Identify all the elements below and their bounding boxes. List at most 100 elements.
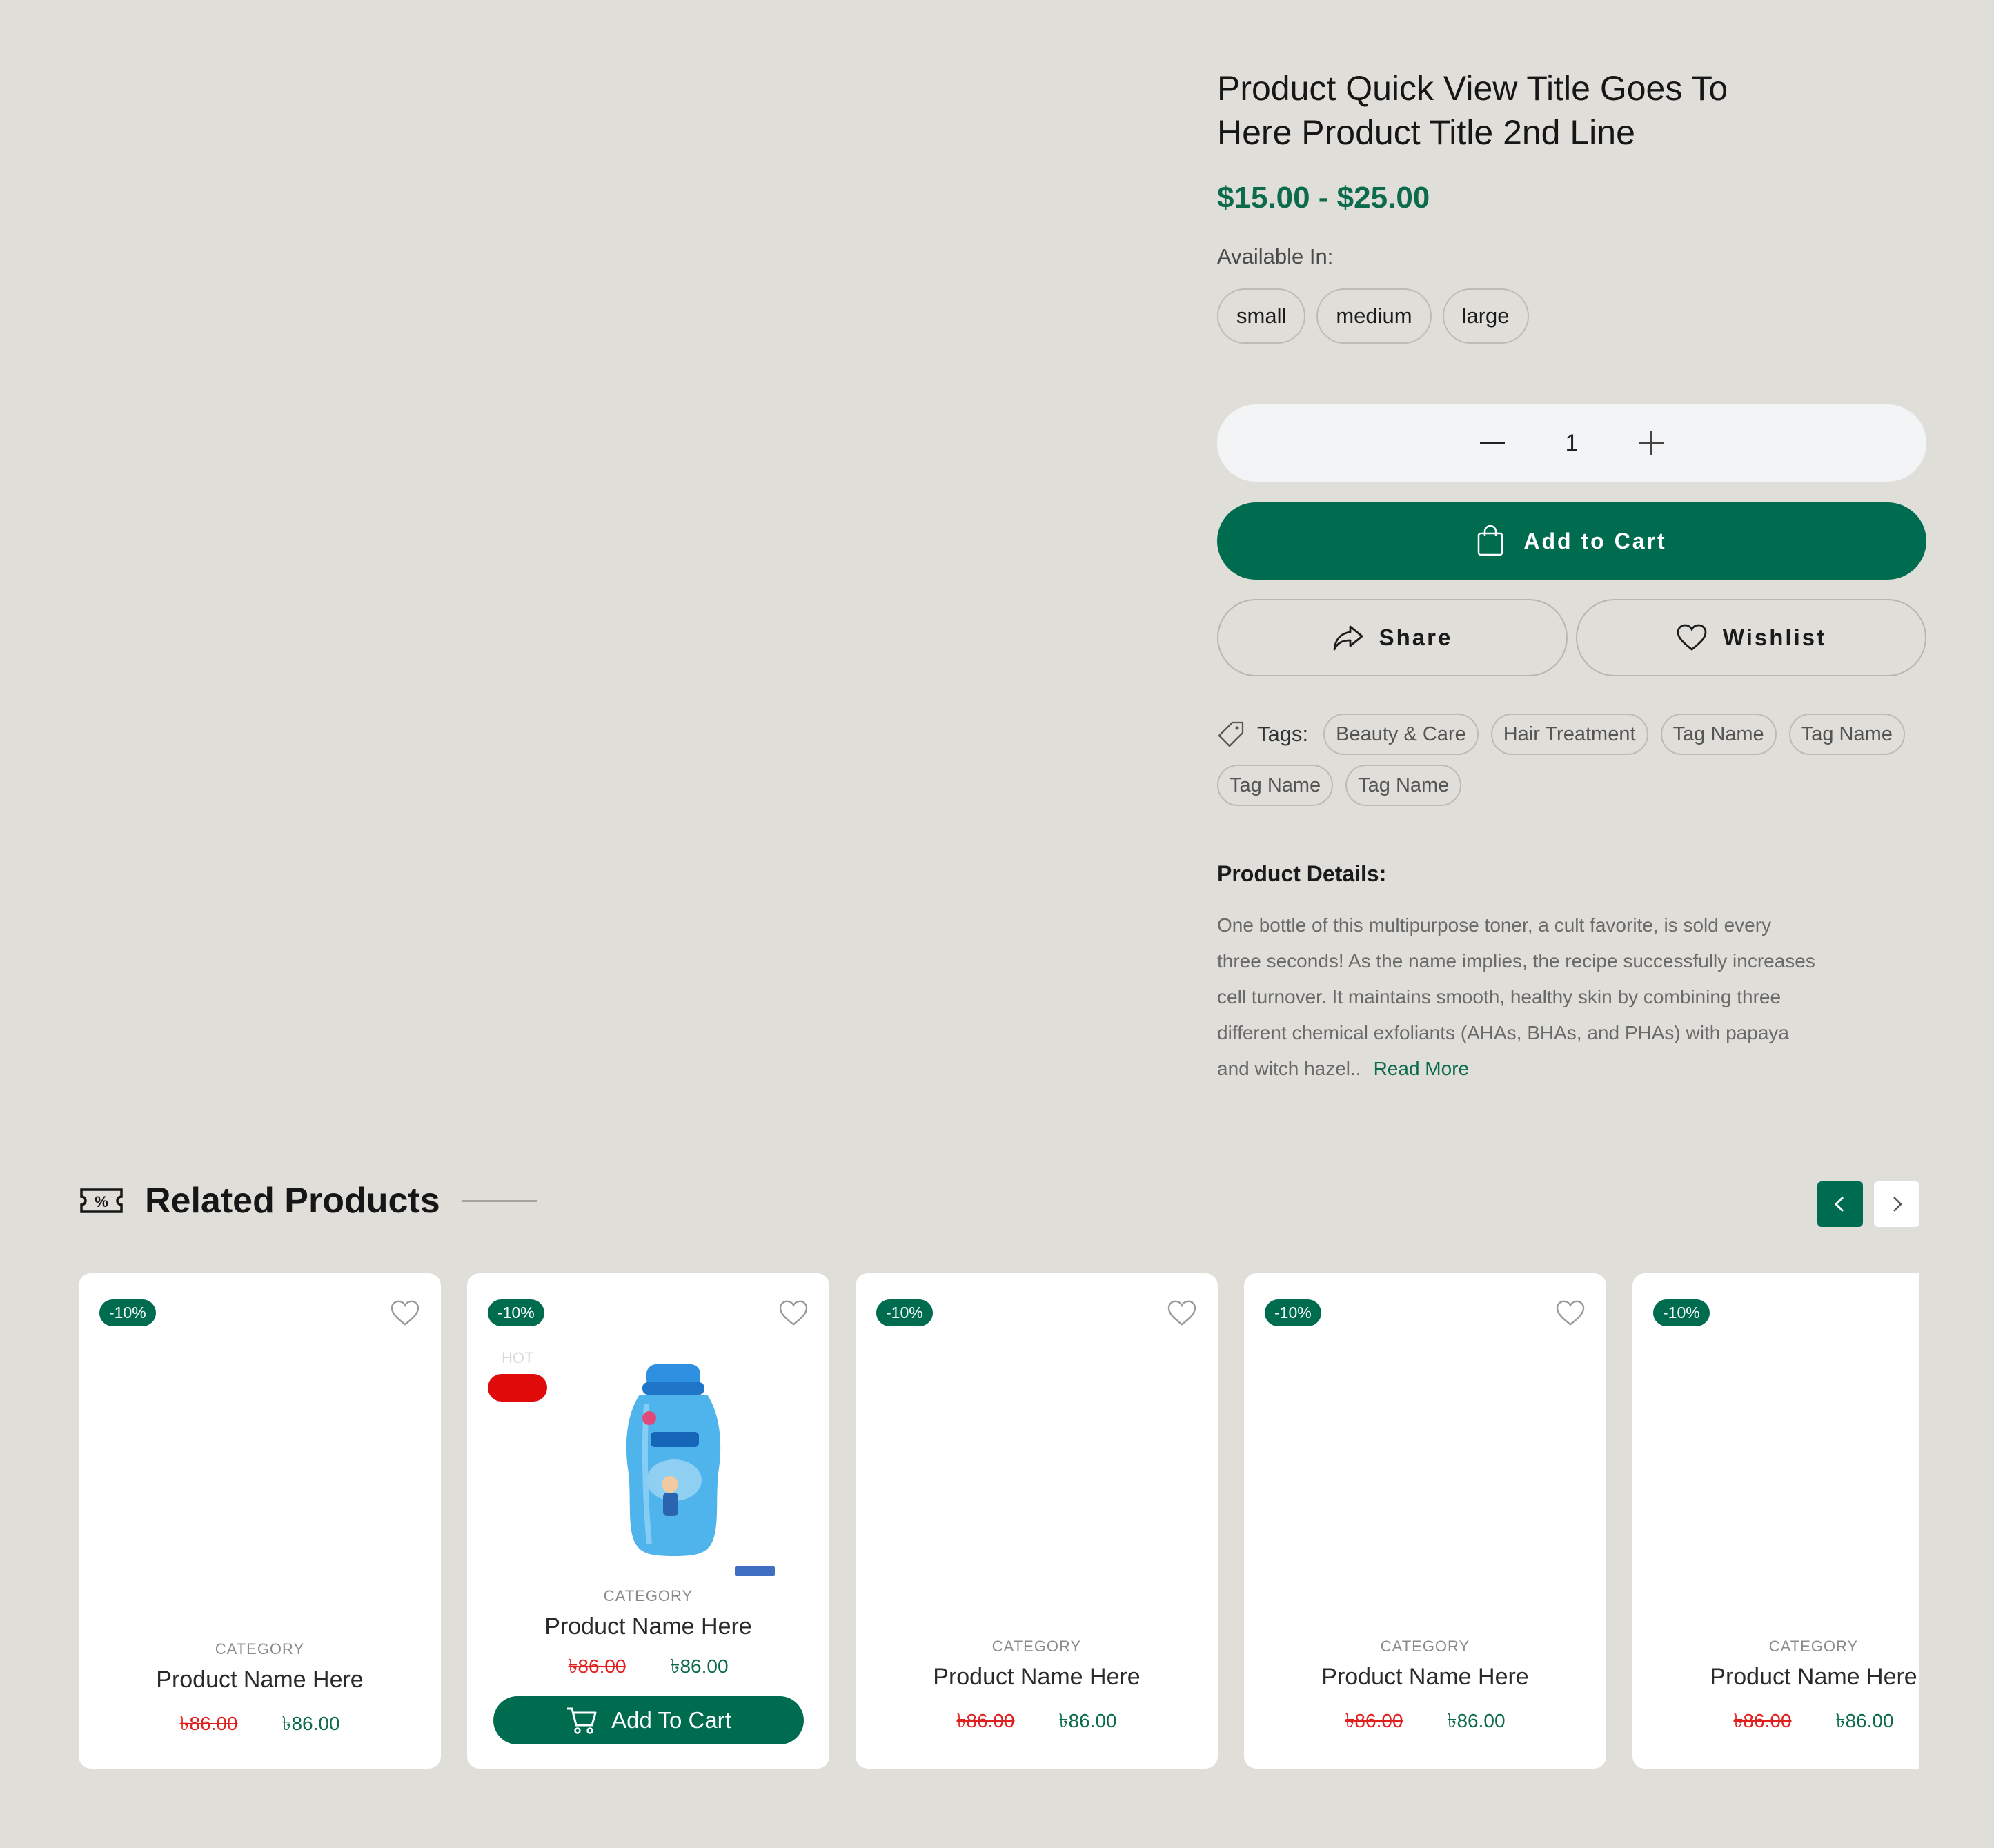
share-label: Share (1379, 625, 1453, 650)
product-card[interactable]: -10% CATEGORY Product Name Here ৳86.00 ৳… (856, 1273, 1218, 1769)
shopping-bag-icon (1478, 525, 1503, 556)
product-name[interactable]: Product Name Here (1244, 1664, 1606, 1691)
sale-price: ৳86.00 (1058, 1710, 1117, 1731)
product-details-text: One bottle of this multipurpose toner, a… (1217, 907, 1817, 1087)
product-category: CATEGORY (215, 1640, 305, 1658)
tags-label-group: Tags: (1217, 720, 1308, 748)
product-prices: ৳86.00 ৳86.00 (467, 1651, 829, 1684)
tag-item[interactable]: Tag Name (1660, 714, 1777, 755)
discount-badge: -10% (876, 1299, 933, 1326)
wishlist-button[interactable]: Wishlist (1576, 599, 1926, 676)
title-divider (462, 1199, 537, 1202)
product-title: Product Quick View Title Goes To Here Pr… (1217, 66, 1769, 155)
tag-item[interactable]: Tag Name (1788, 714, 1905, 755)
heart-icon (1556, 1300, 1585, 1326)
sale-price: ৳86.00 (1447, 1710, 1506, 1731)
card-add-to-cart-button[interactable]: Add To Cart (493, 1696, 804, 1744)
related-products-carousel: -10% CATEGORY Product Name Here ৳86.00 ৳… (79, 1273, 1919, 1770)
discount-ticket-icon: % (80, 1188, 123, 1213)
product-category: CATEGORY (1380, 1638, 1470, 1655)
add-to-cart-button[interactable]: Add to Cart (1217, 502, 1926, 580)
size-option-small[interactable]: small (1217, 288, 1306, 344)
chevron-left-icon (1834, 1196, 1844, 1212)
tag-icon (1218, 721, 1244, 747)
heart-icon (1677, 624, 1707, 651)
carousel-next-button[interactable] (1874, 1181, 1919, 1227)
product-name[interactable]: Product Name Here (1632, 1664, 1919, 1691)
card-add-to-cart-label: Add To Cart (611, 1707, 731, 1733)
tag-item[interactable]: Tag Name (1217, 765, 1334, 806)
hot-label: HOT (502, 1349, 534, 1366)
share-button[interactable]: Share (1217, 599, 1568, 676)
tag-hair-treatment[interactable]: Hair Treatment (1490, 714, 1648, 755)
related-products-header: % Related Products (79, 1180, 537, 1221)
wishlist-toggle[interactable] (778, 1299, 809, 1330)
product-title-line-2: Here Product Title 2nd Line (1217, 113, 1635, 152)
secondary-actions: Share Wishlist (1217, 599, 1928, 676)
old-price: ৳86.00 (1345, 1710, 1403, 1731)
product-image (626, 1364, 721, 1556)
heart-icon (391, 1300, 419, 1326)
product-name[interactable]: Product Name Here (467, 1613, 829, 1640)
product-category: CATEGORY (603, 1587, 693, 1604)
carousel-prev-button[interactable] (1817, 1181, 1863, 1227)
read-more-link[interactable]: Read More (1374, 1058, 1470, 1079)
increase-quantity-button[interactable] (1623, 415, 1679, 471)
hot-badge (488, 1374, 547, 1402)
decrease-quantity-button[interactable] (1465, 415, 1520, 471)
old-price: ৳86.00 (179, 1713, 238, 1734)
old-price: ৳86.00 (956, 1710, 1015, 1731)
old-price: ৳86.00 (1733, 1710, 1792, 1731)
wishlist-toggle[interactable] (390, 1299, 420, 1330)
size-options: small medium large (1217, 288, 1928, 344)
product-price: $15.00 - $25.00 (1217, 181, 1430, 215)
plus-icon (1639, 431, 1664, 455)
product-card[interactable]: -10% CATEGORY Product Name Here ৳86.00 ৳… (79, 1273, 441, 1769)
chevron-right-icon (1893, 1197, 1902, 1212)
product-details-body: One bottle of this multipurpose toner, a… (1217, 914, 1815, 1079)
sale-price: ৳86.00 (1835, 1710, 1894, 1731)
product-prices: ৳86.00 ৳86.00 (856, 1706, 1218, 1738)
carousel-controls (1817, 1181, 1919, 1227)
tag-item[interactable]: Tag Name (1345, 765, 1462, 806)
origin-label-icon (735, 1566, 775, 1576)
cart-icon (567, 1707, 597, 1734)
tags-list: Tags: Beauty & Care Hair Treatment Tag N… (1217, 714, 1935, 806)
size-option-large[interactable]: large (1442, 288, 1529, 344)
product-info: CATEGORY Product Name Here ৳86.00 ৳86.00 (79, 1640, 441, 1741)
product-prices: ৳86.00 ৳86.00 (79, 1709, 441, 1741)
quantity-stepper: 1 (1217, 404, 1926, 482)
size-option-medium[interactable]: medium (1316, 288, 1432, 344)
product-title-line-1: Product Quick View Title Goes To (1217, 69, 1728, 108)
product-card[interactable]: -10% HOT CATEGORY Product Name Here ৳86.… (467, 1273, 829, 1769)
product-details-heading: Product Details: (1217, 861, 1387, 886)
related-products-title: Related Products (145, 1181, 440, 1221)
add-to-cart-label: Add to Cart (1523, 528, 1667, 553)
product-category: CATEGORY (1768, 1638, 1859, 1655)
product-card[interactable]: -10% CATEGORY Product Name Here ৳86.00 ৳… (1632, 1273, 1919, 1769)
product-info: CATEGORY Product Name Here ৳86.00 ৳86.00 (1632, 1638, 1919, 1738)
wishlist-toggle[interactable] (1167, 1299, 1197, 1330)
discount-badge: -10% (1265, 1299, 1321, 1326)
product-info: CATEGORY Product Name Here ৳86.00 ৳86.00 (467, 1587, 829, 1684)
tag-beauty-care[interactable]: Beauty & Care (1323, 714, 1479, 755)
product-prices: ৳86.00 ৳86.00 (1244, 1706, 1606, 1738)
minus-icon (1480, 442, 1505, 444)
sale-price: ৳86.00 (670, 1655, 729, 1677)
share-icon (1333, 625, 1363, 651)
discount-badge: -10% (1653, 1299, 1710, 1326)
product-name[interactable]: Product Name Here (79, 1667, 441, 1693)
product-info: CATEGORY Product Name Here ৳86.00 ৳86.00 (856, 1638, 1218, 1738)
heart-icon (1167, 1300, 1196, 1326)
available-in-label: Available In: (1217, 244, 1334, 268)
product-name[interactable]: Product Name Here (856, 1664, 1218, 1691)
discount-badge: -10% (488, 1299, 544, 1326)
discount-badge: -10% (99, 1299, 156, 1326)
product-card[interactable]: -10% CATEGORY Product Name Here ৳86.00 ৳… (1244, 1273, 1606, 1769)
wishlist-toggle[interactable] (1555, 1299, 1586, 1330)
product-category: CATEGORY (991, 1638, 1082, 1655)
quantity-value[interactable]: 1 (1520, 430, 1623, 457)
tags-label: Tags: (1257, 722, 1309, 746)
heart-icon (779, 1300, 808, 1326)
quick-view-panel: Product Quick View Title Goes To Here Pr… (1217, 66, 1928, 1087)
